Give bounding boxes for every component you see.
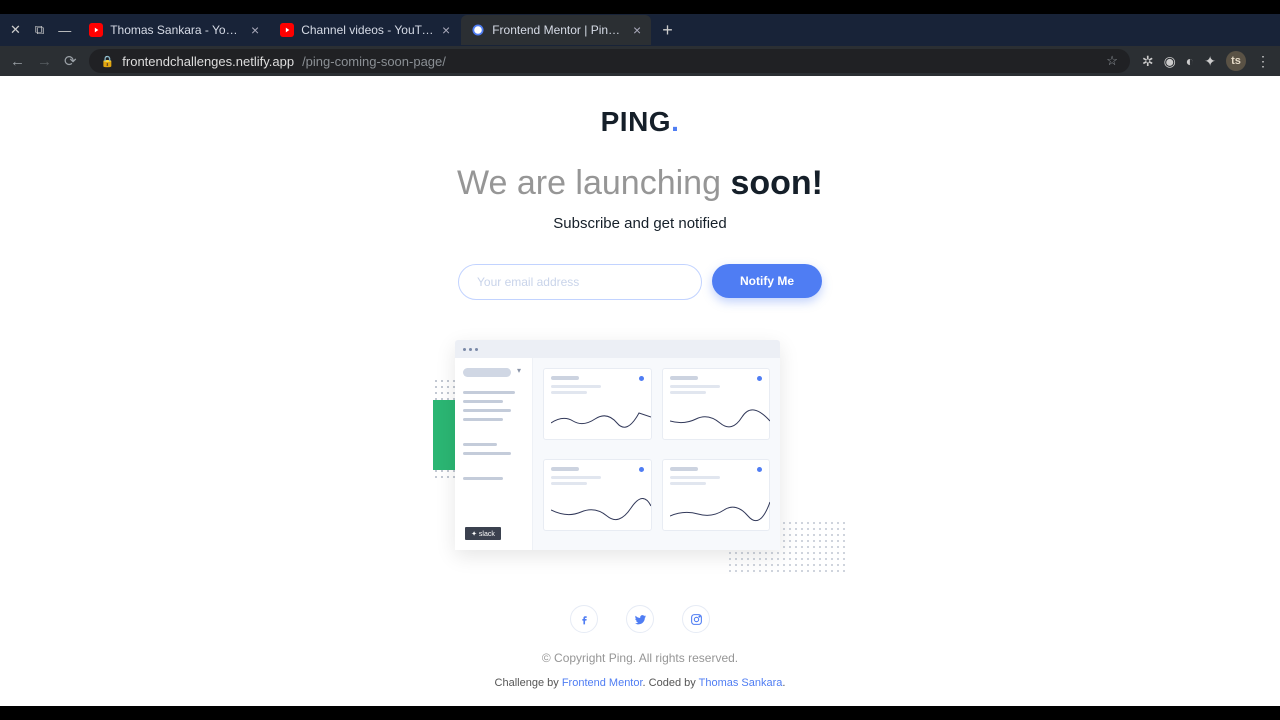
close-icon[interactable]: × — [442, 22, 450, 38]
extension-icon[interactable]: ◉ — [1164, 53, 1176, 70]
page-headline: We are launching soon! — [457, 164, 823, 203]
url-path: /ping-coming-soon-page/ — [302, 54, 446, 69]
browser-tab-bar: ✕ ⧉ — Thomas Sankara - YouTub × Channel … — [0, 14, 1280, 46]
url-field[interactable]: 🔒 frontendchallenges.netlify.app/ping-co… — [89, 49, 1130, 73]
copyright-text: © Copyright Ping. All rights reserved. — [542, 651, 738, 665]
attribution: Challenge by Frontend Mentor. Coded by T… — [495, 677, 786, 689]
nav-back-icon[interactable]: ← — [10, 53, 25, 70]
decoration-block — [433, 400, 457, 470]
logo-text: PING — [601, 106, 671, 137]
browser-menu-icon[interactable]: ⋮ — [1256, 53, 1270, 70]
frontend-mentor-link[interactable]: Frontend Mentor — [562, 677, 643, 689]
slack-badge: ✦ slack — [465, 527, 501, 540]
logo-dot: . — [671, 106, 679, 137]
twitter-link[interactable] — [626, 605, 654, 633]
brand-logo: PING. — [601, 106, 680, 138]
address-bar: ← → ⟳ 🔒 frontendchallenges.netlify.app/p… — [0, 46, 1280, 76]
site-favicon — [471, 23, 485, 37]
notify-button[interactable]: Notify Me — [712, 264, 822, 298]
page-viewport: PING. We are launching soon! Subscribe a… — [0, 76, 1280, 706]
social-links — [570, 605, 710, 633]
browser-tab-active[interactable]: Frontend Mentor | Ping co × — [461, 15, 651, 45]
close-icon[interactable]: × — [251, 22, 259, 38]
lock-icon: 🔒 — [101, 55, 115, 68]
close-icon[interactable]: × — [633, 22, 641, 38]
extensions-menu-icon[interactable]: ✦ — [1204, 53, 1216, 70]
window-restore-icon[interactable]: ⧉ — [35, 22, 44, 38]
dashboard-illustration: ✦ slack — [455, 340, 825, 565]
window-close-icon[interactable]: ✕ — [10, 22, 21, 38]
facebook-link[interactable] — [570, 605, 598, 633]
extension-icon[interactable]: ◐ — [1186, 53, 1194, 69]
reload-icon[interactable]: ⟳ — [64, 52, 77, 70]
youtube-icon — [89, 23, 103, 37]
page-subtext: Subscribe and get notified — [553, 215, 726, 232]
subscribe-form: Notify Me — [458, 264, 822, 300]
email-input[interactable] — [458, 264, 702, 300]
new-tab-button[interactable]: + — [652, 20, 683, 41]
youtube-icon — [280, 23, 294, 37]
nav-forward-icon[interactable]: → — [37, 53, 52, 70]
instagram-link[interactable] — [682, 605, 710, 633]
browser-tab[interactable]: Channel videos - YouTube × — [270, 15, 460, 45]
author-link[interactable]: Thomas Sankara — [699, 677, 783, 689]
tab-title: Frontend Mentor | Ping co — [492, 23, 626, 37]
extension-icon[interactable]: ✲ — [1142, 53, 1154, 70]
browser-tab[interactable]: Thomas Sankara - YouTub × — [79, 15, 269, 45]
bookmark-star-icon[interactable]: ☆ — [1106, 53, 1118, 69]
url-host: frontendchallenges.netlify.app — [122, 54, 294, 69]
window-minimize-icon[interactable]: — — [58, 23, 71, 38]
tab-title: Thomas Sankara - YouTub — [110, 23, 244, 37]
profile-avatar[interactable]: ts — [1226, 51, 1246, 71]
tab-title: Channel videos - YouTube — [301, 23, 435, 37]
